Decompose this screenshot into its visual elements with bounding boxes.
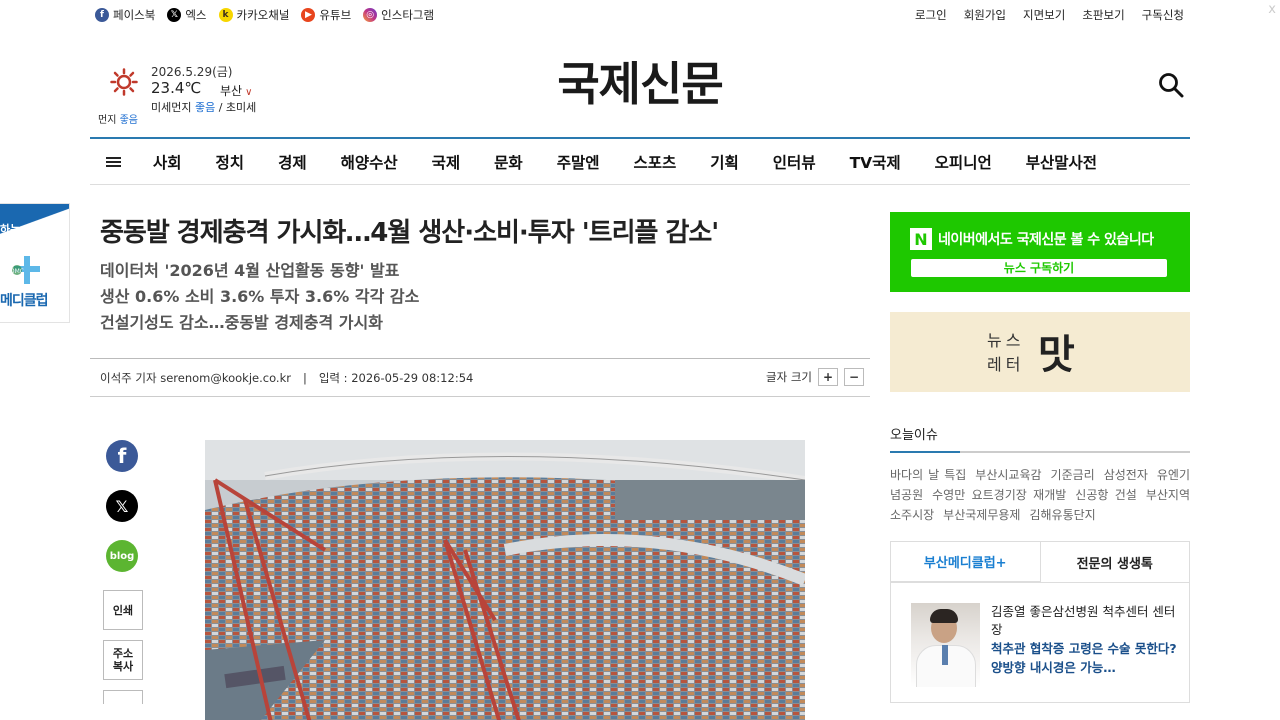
util-links: 로그인 회원가입 지면보기 초판보기 구독신청: [915, 7, 1190, 23]
port-photo-image: [205, 440, 805, 720]
login-link[interactable]: 로그인: [915, 7, 947, 23]
issue-tag[interactable]: 삼성전자: [1104, 468, 1148, 482]
today-issue: 오늘이슈 바다의 날 특집 부산시교육감 기준금리 삼성전자 유엔기념공원 수영만 요트경…: [890, 424, 1190, 525]
share-bar: f 𝕏 blog 인쇄 주소 복사: [103, 440, 143, 714]
font-size-control: 글자 크기 + −: [766, 368, 864, 386]
newsletter-brand: 맛: [1038, 332, 1075, 378]
nav-item-interview[interactable]: 인터뷰: [756, 151, 833, 173]
nav-item-tv[interactable]: TV국제: [833, 151, 918, 173]
subscribe-link[interactable]: 구독신청: [1142, 7, 1184, 23]
weather-city-select[interactable]: 부산 ∨: [220, 82, 252, 99]
nav-item-maritime[interactable]: 해양수산: [324, 151, 415, 173]
doctor-headline[interactable]: 척추관 협착증 고령은 수술 못한다? 양방향 내시경은 가능…: [991, 639, 1181, 677]
issue-tag[interactable]: 부산시교육감: [975, 468, 1041, 482]
today-issue-title: 오늘이슈: [890, 424, 1190, 453]
newsletter-label: 뉴스 레터: [987, 331, 1025, 374]
newsletter-banner[interactable]: 뉴스 레터 맛: [890, 312, 1190, 392]
article-subtitle: 건설기성도 감소…중동발 경제충격 가시화: [100, 313, 383, 332]
article-subtitle: 생산 0.6% 소비 3.6% 투자 3.6% 각각 감소: [100, 287, 420, 306]
nav-item-politics[interactable]: 정치: [199, 151, 262, 173]
facebook-share-icon[interactable]: f: [106, 440, 138, 472]
chevron-down-icon: ∨: [245, 87, 253, 98]
search-icon[interactable]: [1158, 72, 1184, 98]
nav-menu: 사회 정치 경제 해양수산 국제 문화 주말엔 스포츠 기획 인터뷰 TV국제 …: [136, 151, 1114, 173]
issue-tag[interactable]: 바다의 날 특집: [890, 468, 966, 482]
issue-tag[interactable]: 수영만 요트경기장 재개발: [932, 488, 1066, 502]
left-floating-ad[interactable]: 하는 DMC 메디클럽: [0, 203, 70, 323]
top-bar: f 페이스북 𝕏 엑스 k 카카오채널 ▶ 유튜브 ◎ 인스타그램 로그인 회원가입 지면…: [90, 0, 1190, 30]
nav-item-sports[interactable]: 스포츠: [616, 151, 693, 173]
naver-banner-text: 네이버에서도 국제신문 볼 수 있습니다: [938, 232, 1154, 248]
mediclub-tabs: 부산메디클럽+ 전문의 생생톡: [890, 541, 1190, 583]
header: 2026.5.29(금) 23.4℃ 부산 ∨ 미세먼지 좋음 / 초미세 먼지 …: [90, 58, 1190, 128]
issue-tag[interactable]: 부산국제무용제: [943, 508, 1020, 522]
issue-tag[interactable]: 기준금리: [1051, 468, 1095, 482]
mediclub-logo-icon: DMC: [10, 256, 40, 284]
social-instagram[interactable]: ◎ 인스타그램: [363, 7, 434, 23]
x-icon: 𝕏: [167, 8, 182, 22]
article-byline: 이석주 기자 serenom@kookje.co.kr: [100, 370, 291, 385]
doctor-name: 김종열 좋은삼선병원 척추센터 센터장: [991, 604, 1176, 637]
weather-widget: 2026.5.29(금) 23.4℃ 부산 ∨ 미세먼지 좋음 / 초미세 먼지 …: [90, 58, 290, 128]
instagram-icon: ◎: [363, 8, 378, 22]
social-kakao[interactable]: k 카카오채널: [218, 7, 289, 23]
ad-text-top: 하는: [0, 223, 21, 236]
main-nav: 사회 정치 경제 해양수산 국제 문화 주말엔 스포츠 기획 인터뷰 TV국제 …: [90, 137, 1190, 185]
nav-item-economy[interactable]: 경제: [261, 151, 324, 173]
nav-item-opinion[interactable]: 오피니언: [918, 151, 1009, 173]
site-logo[interactable]: 국제신문: [532, 58, 748, 110]
article-photo: [205, 440, 805, 720]
doctor-photo: [911, 603, 980, 687]
nav-item-features[interactable]: 기획: [693, 151, 756, 173]
font-decrease-button[interactable]: −: [844, 368, 864, 386]
issue-tag[interactable]: 김해유통단지: [1029, 508, 1095, 522]
print-button[interactable]: 인쇄: [103, 590, 143, 630]
font-increase-button[interactable]: +: [818, 368, 838, 386]
naver-logo-icon: N: [910, 228, 932, 250]
ad-text-bottom: 메디클럽: [0, 293, 49, 309]
article-headline: 중동발 경제충격 가시화…4월 생산·소비·투자 '트리플 감소': [100, 218, 719, 248]
nav-item-society[interactable]: 사회: [136, 151, 199, 173]
menu-icon[interactable]: [90, 155, 136, 169]
weather-date: 2026.5.29(금): [151, 65, 233, 79]
weather-dust-2: 먼지 좋음: [98, 115, 138, 126]
weather-temp: 23.4℃: [151, 79, 202, 97]
social-youtube[interactable]: ▶ 유튜브: [301, 7, 351, 23]
right-column: N 네이버에서도 국제신문 볼 수 있습니다 뉴스 구독하기 뉴스 레터 맛 오늘…: [890, 212, 1190, 703]
nav-item-culture[interactable]: 문화: [477, 151, 540, 173]
article-subtitles: 데이터처 '2026년 4월 산업활동 동향' 발표 생산 0.6% 소비 3.…: [100, 258, 419, 336]
social-x[interactable]: 𝕏 엑스: [167, 7, 207, 23]
kakao-icon: k: [218, 8, 233, 22]
weather-dust: 미세먼지 좋음 / 초미세: [151, 101, 257, 114]
x-share-icon[interactable]: 𝕏: [106, 490, 138, 522]
paper-view-link[interactable]: 지면보기: [1023, 7, 1065, 23]
close-icon[interactable]: x: [1268, 2, 1276, 17]
naver-subscribe-button[interactable]: 뉴스 구독하기: [911, 259, 1167, 277]
nav-item-dictionary[interactable]: 부산말사전: [1009, 151, 1114, 173]
article-subtitle: 데이터처 '2026년 4월 산업활동 동향' 발표: [100, 261, 400, 280]
tab-mediclub[interactable]: 부산메디클럽+: [891, 542, 1041, 582]
social-links: f 페이스북 𝕏 엑스 k 카카오채널 ▶ 유튜브 ◎ 인스타그램: [90, 7, 434, 23]
svg-text:DMC: DMC: [10, 268, 24, 275]
nav-item-weekend[interactable]: 주말엔: [540, 151, 617, 173]
nav-item-international[interactable]: 국제: [415, 151, 478, 173]
youtube-icon: ▶: [301, 8, 316, 22]
tab-doctor-talk[interactable]: 전문의 생생톡: [1041, 542, 1190, 582]
naver-subscribe-banner[interactable]: N 네이버에서도 국제신문 볼 수 있습니다 뉴스 구독하기: [890, 212, 1190, 292]
facebook-icon: f: [95, 8, 109, 22]
more-tool-button[interactable]: [103, 690, 143, 704]
mediclub-card[interactable]: 김종열 좋은삼선병원 척추센터 센터장 척추관 협착증 고령은 수술 못한다? …: [890, 583, 1190, 703]
social-facebook[interactable]: f 페이스북: [95, 7, 155, 23]
sun-icon: [110, 68, 138, 96]
issue-tag[interactable]: 신공항 건설: [1075, 488, 1137, 502]
signup-link[interactable]: 회원가입: [964, 7, 1006, 23]
blog-share-icon[interactable]: blog: [106, 540, 138, 572]
first-edition-link[interactable]: 초판보기: [1082, 7, 1124, 23]
font-size-label: 글자 크기: [766, 370, 812, 384]
copy-url-button[interactable]: 주소 복사: [103, 640, 143, 680]
article-date: 입력 : 2026-05-29 08:12:54: [318, 370, 474, 385]
article-meta: 이석주 기자 serenom@kookje.co.kr | 입력 : 2026-…: [90, 358, 870, 397]
issue-tags: 바다의 날 특집 부산시교육감 기준금리 삼성전자 유엔기념공원 수영만 요트경기장 재개…: [890, 465, 1190, 525]
